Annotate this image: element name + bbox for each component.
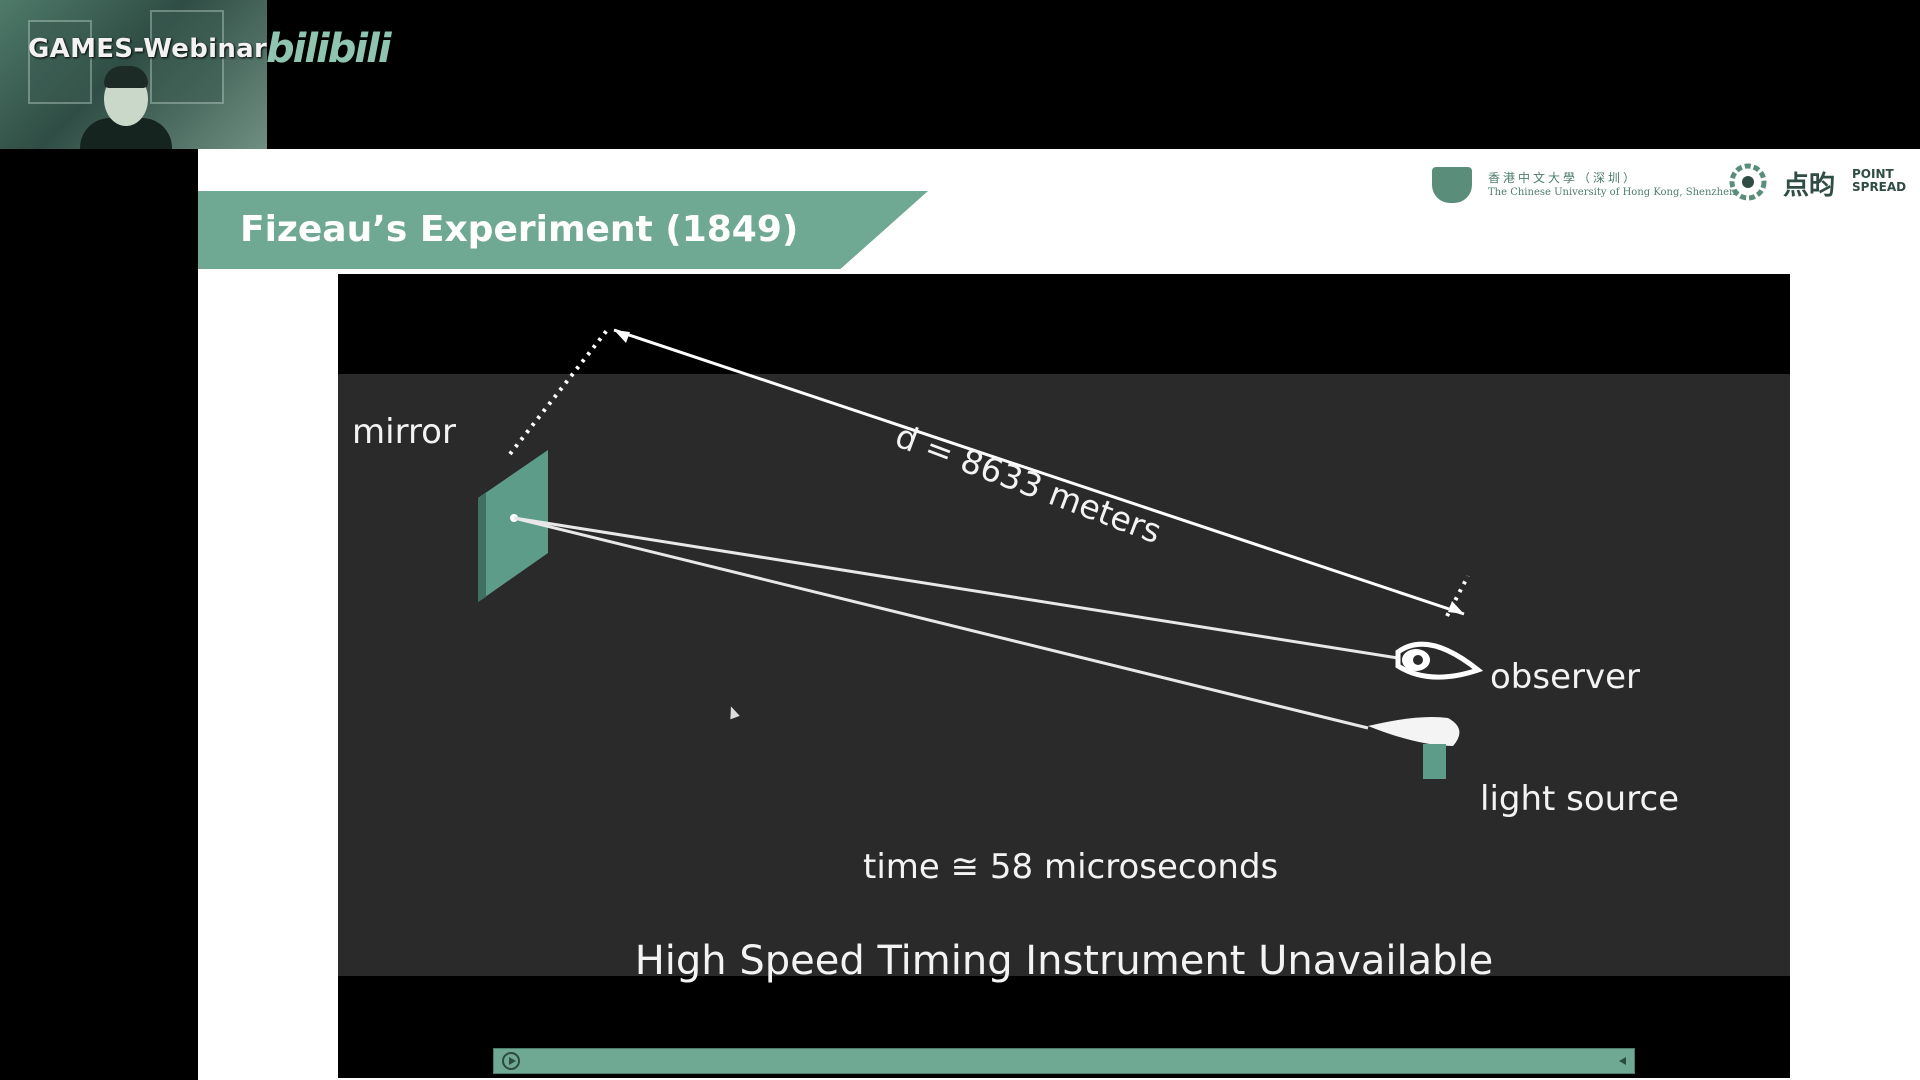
pointspread-word-2: SPREAD (1852, 180, 1907, 194)
eye-icon (1395, 641, 1484, 680)
play-icon[interactable] (502, 1052, 520, 1070)
presenter-hair (104, 66, 148, 88)
mirror-label: mirror (352, 412, 456, 452)
presentation-slide: Fizeau’s Experiment (1849) 香港中文大學（深圳） Th… (198, 149, 1920, 1080)
video-progress-bar[interactable] (493, 1048, 1635, 1074)
webcam-thumbnail (0, 0, 267, 149)
observer-label: observer (1490, 657, 1641, 697)
light-beam-to-observer (513, 516, 1399, 660)
cuhk-logo-chinese: 香港中文大學（深圳） (1488, 171, 1639, 185)
mirror-icon (478, 450, 548, 602)
time-label: time ≅ 58 microseconds (863, 847, 1279, 887)
pointspread-logo-icon (1729, 163, 1767, 201)
seek-end-icon[interactable] (1619, 1057, 1626, 1065)
slide-title: Fizeau’s Experiment (1849) (240, 209, 799, 250)
cuhk-logo-english: The Chinese University of Hong Kong, She… (1488, 187, 1736, 198)
light-beam-from-source (513, 516, 1369, 730)
cuhk-crest-icon (1432, 167, 1472, 203)
embedded-video[interactable]: mirror d = 8633 meters observer light so… (338, 274, 1790, 1078)
bilibili-logo: bilibili (266, 26, 392, 72)
distance-guide-left (508, 327, 610, 456)
pointspread-logo-english: POINT SPREAD (1852, 168, 1906, 194)
light-source-label: light source (1480, 779, 1680, 819)
lamp-icon (1368, 717, 1460, 779)
pointspread-logo-chinese: 点昀 (1783, 171, 1836, 201)
video-caption: High Speed Timing Instrument Unavailable (634, 938, 1494, 984)
webinar-title: GAMES-Webinar (28, 34, 268, 64)
